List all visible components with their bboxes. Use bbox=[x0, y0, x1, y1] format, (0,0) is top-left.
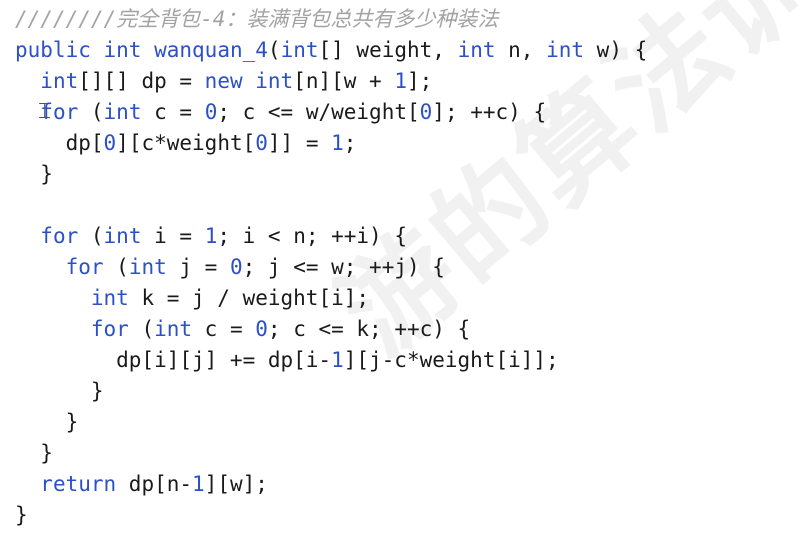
code-text: ; i < n; ++i) { bbox=[217, 224, 407, 248]
code-line-4: for (int c = 0; c <= w/weight[0]; ++c) { bbox=[15, 97, 647, 128]
code-text: ( bbox=[78, 100, 104, 124]
code-text: k = j / weight[i]; bbox=[128, 286, 370, 310]
code-editor[interactable]: 游的算法训练 ⌶ ////////完全背包-4：装满背包总共有多少种装法 publ… bbox=[0, 0, 806, 542]
code-keyword: int bbox=[103, 100, 142, 124]
code-line-5: dp[0][c*weight[0]] = 1; bbox=[15, 128, 647, 159]
code-number: 0 bbox=[229, 255, 243, 279]
code-line-3: int[][] dp = new int[n][w + 1]; bbox=[15, 66, 647, 97]
code-text: ; c <= k; ++c) { bbox=[267, 317, 471, 341]
code-text: ]; bbox=[407, 69, 433, 93]
code-number: 1 bbox=[394, 69, 408, 93]
code-text: ]] = bbox=[267, 131, 332, 155]
code-line-10: int k = j / weight[i]; bbox=[15, 283, 647, 314]
code-keyword: int bbox=[255, 69, 294, 93]
code-text: ( bbox=[128, 317, 155, 341]
code-text: c = bbox=[141, 100, 205, 124]
code-text: ; c <= w/weight[ bbox=[217, 100, 420, 124]
code-keyword: int bbox=[280, 38, 319, 62]
code-keyword: int bbox=[154, 317, 193, 341]
code-text: n, bbox=[495, 38, 547, 62]
code-number: 1 bbox=[192, 472, 205, 496]
code-keyword: int bbox=[128, 255, 167, 279]
code-number: 0 bbox=[103, 131, 117, 155]
code-keyword: wanquan_4 bbox=[154, 38, 268, 62]
code-keyword: int bbox=[103, 224, 142, 248]
code-text: ; bbox=[343, 131, 357, 155]
code-keyword: return bbox=[40, 472, 117, 496]
code-text: ]; ++c) { bbox=[432, 100, 547, 124]
code-text: ( bbox=[103, 255, 129, 279]
code-text: ][j-c*weight[i]]; bbox=[343, 348, 559, 372]
code-line-14: } bbox=[15, 407, 647, 438]
code-keyword: int bbox=[103, 38, 142, 62]
code-number: 0 bbox=[255, 131, 268, 155]
code-keyword: int bbox=[546, 38, 585, 62]
code-text: } bbox=[15, 441, 53, 465]
code-line-6: } bbox=[15, 159, 647, 190]
code-keyword: public bbox=[15, 38, 91, 62]
code-line-9: for (int j = 0; j <= w; ++j) { bbox=[15, 252, 647, 283]
code-text: ; j <= w; ++j) { bbox=[242, 255, 445, 279]
code-keyword: for bbox=[40, 224, 79, 248]
code-keyword: for bbox=[65, 255, 104, 279]
code-line-16: return dp[n-1][w]; bbox=[15, 469, 647, 500]
code-number: 1 bbox=[331, 131, 344, 155]
code-keyword: int bbox=[457, 38, 496, 62]
code-text: ( bbox=[78, 224, 104, 248]
code-keyword: int bbox=[90, 286, 129, 310]
code-line-13: } bbox=[15, 376, 647, 407]
code-comment: ////////完全背包-4：装满背包总共有多少种装法 bbox=[15, 7, 499, 31]
code-line-1: ////////完全背包-4：装满背包总共有多少种装法 bbox=[15, 4, 647, 35]
code-text: dp[n- bbox=[116, 472, 193, 496]
code-text: i = bbox=[141, 224, 205, 248]
code-line-8: for (int i = 1; i < n; ++i) { bbox=[15, 221, 647, 252]
code-text: w) { bbox=[584, 38, 648, 62]
code-number: 1 bbox=[331, 348, 344, 372]
code-text: } bbox=[15, 162, 53, 186]
code-text: dp[ bbox=[15, 131, 104, 155]
code-line-11: for (int c = 0; c <= k; ++c) { bbox=[15, 314, 647, 345]
code-number: 0 bbox=[255, 317, 268, 341]
code-text: [][] dp = bbox=[78, 69, 205, 93]
code-text: ][w]; bbox=[204, 472, 268, 496]
code-text: } bbox=[15, 503, 28, 527]
code-keyword: for bbox=[40, 100, 79, 124]
code-keyword: int bbox=[40, 69, 79, 93]
code-text: c = bbox=[192, 317, 256, 341]
code-text: [n][w + bbox=[293, 69, 395, 93]
code-line-2: public int wanquan_4(int[] weight, int n… bbox=[15, 35, 647, 66]
code-block[interactable]: ////////完全背包-4：装满背包总共有多少种装法 public int wa… bbox=[15, 4, 647, 531]
code-text: j = bbox=[166, 255, 230, 279]
code-line-12: dp[i][j] += dp[i-1][j-c*weight[i]]; bbox=[15, 345, 647, 376]
code-number: 0 bbox=[204, 100, 218, 124]
code-text: [] weight, bbox=[318, 38, 458, 62]
code-keyword: for bbox=[90, 317, 129, 341]
code-line-17: } bbox=[15, 500, 647, 531]
code-line-15: } bbox=[15, 438, 647, 469]
code-number: 0 bbox=[419, 100, 433, 124]
code-text: dp[i][j] += dp[i- bbox=[15, 348, 332, 372]
code-number: 1 bbox=[204, 224, 218, 248]
code-text: ][c*weight[ bbox=[116, 131, 256, 155]
code-keyword: new bbox=[204, 69, 243, 93]
code-text: ( bbox=[267, 38, 281, 62]
code-text: } bbox=[15, 410, 79, 434]
code-text: } bbox=[15, 379, 104, 403]
